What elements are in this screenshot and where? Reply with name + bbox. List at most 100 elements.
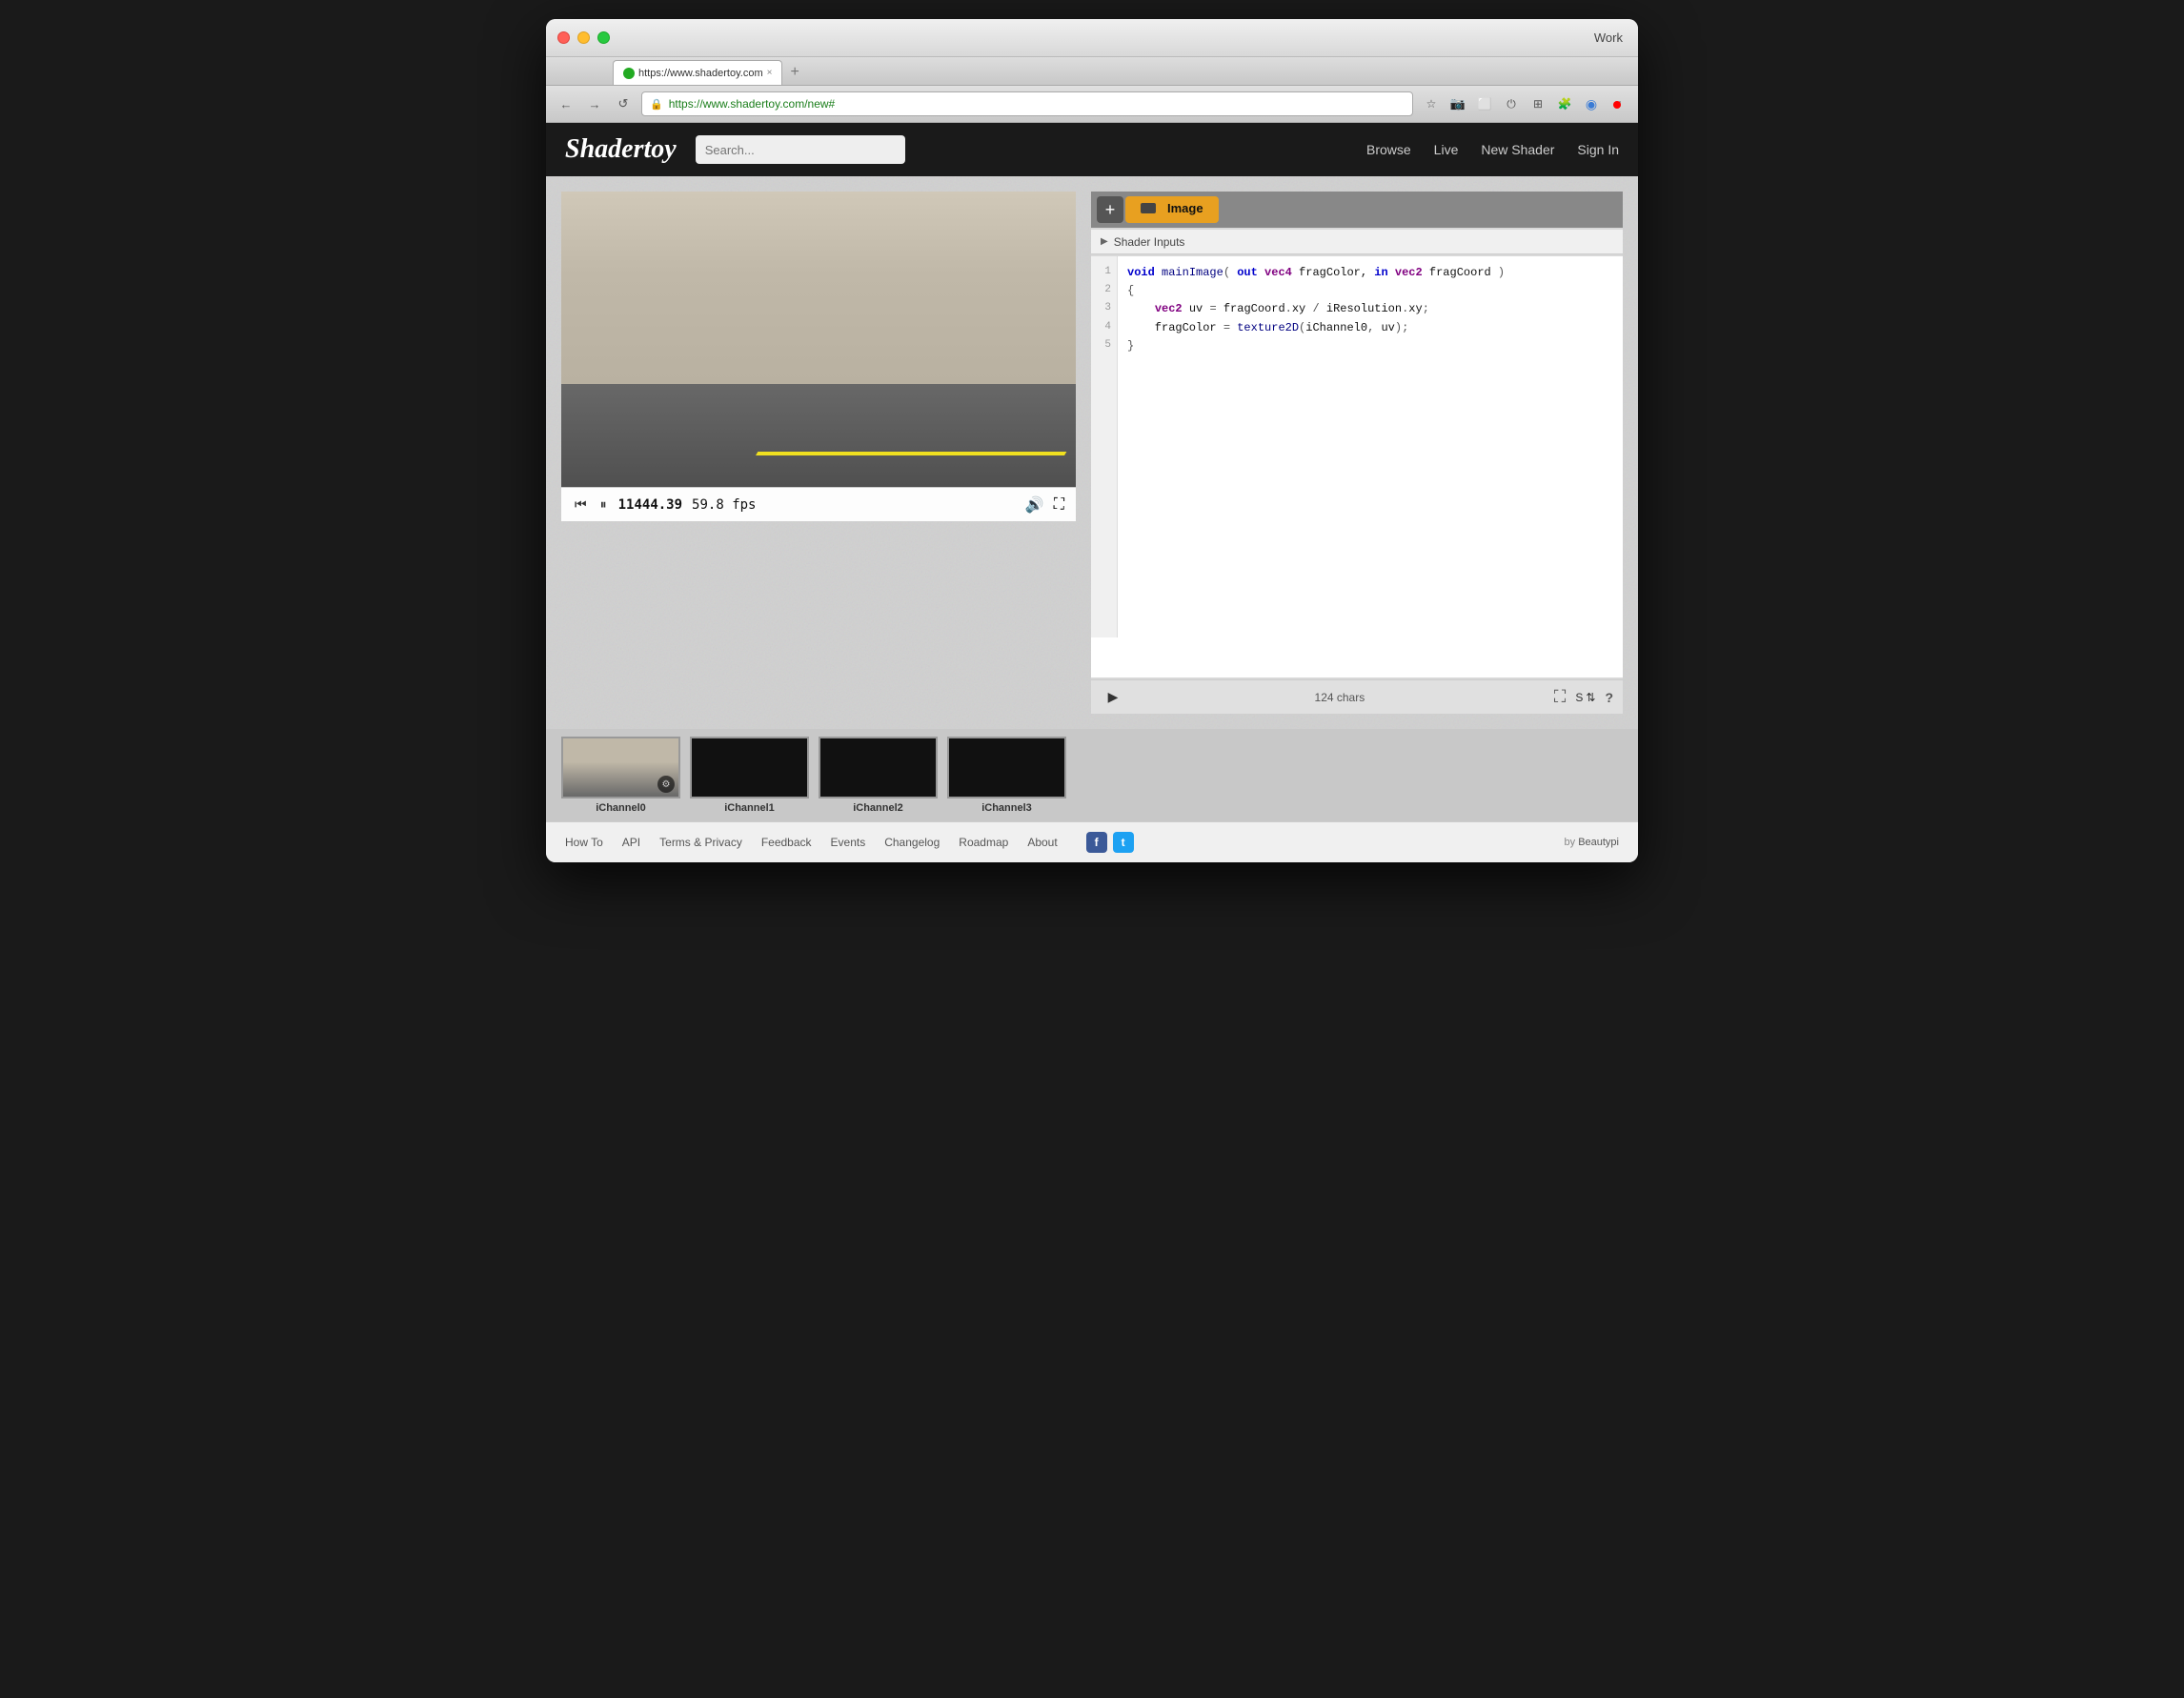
- lock-icon: 🔒: [650, 98, 663, 111]
- street-scene-render: [561, 192, 1076, 487]
- url-display: https://www.shadertoy.com/new#: [669, 97, 836, 111]
- extensions-icon[interactable]: 🧩: [1554, 93, 1575, 114]
- twitter-icon[interactable]: t: [1113, 832, 1134, 853]
- line-num-3: 3: [1097, 300, 1111, 318]
- favicon: [623, 68, 635, 79]
- new-tab-button[interactable]: +: [786, 60, 802, 85]
- fullscreen-code-button[interactable]: ⛶: [1554, 687, 1567, 707]
- browser-toolbar-icons: ☆ 📷 ⬜ ⏻ ⊞ 🧩 ◉ ≡: [1421, 93, 1628, 114]
- shader-inputs-bar[interactable]: ▶ Shader Inputs: [1091, 230, 1623, 254]
- browser-chrome: ← → ↺ 🔒 https://www.shadertoy.com/new# ☆…: [546, 86, 1638, 123]
- channel-label-2: iChannel2: [853, 802, 903, 814]
- channel-thumb-2[interactable]: [819, 737, 938, 798]
- site-logo[interactable]: Shadertoy: [565, 134, 677, 165]
- channel-item-3[interactable]: iChannel3: [947, 737, 1066, 814]
- video-controls: ⏮ ⏸ 11444.39 59.8 fps 🔊 ⛶: [561, 487, 1076, 521]
- refresh-button[interactable]: ↺: [613, 93, 634, 114]
- size-label: S: [1575, 691, 1583, 704]
- preview-video: [561, 192, 1076, 487]
- channel-item-1[interactable]: iChannel1: [690, 737, 809, 814]
- footer-credit-link[interactable]: Beautypi: [1578, 837, 1619, 848]
- nav-sign-in[interactable]: Sign In: [1577, 142, 1619, 157]
- nav-new-shader[interactable]: New Shader: [1481, 142, 1554, 157]
- search-input[interactable]: [696, 135, 905, 164]
- road-layer: [561, 384, 1076, 488]
- road-marking: [756, 452, 1066, 455]
- bookmark-star-icon[interactable]: ☆: [1421, 93, 1442, 114]
- nav-live[interactable]: Live: [1434, 142, 1459, 157]
- power-icon[interactable]: ⏻: [1501, 93, 1522, 114]
- footer-link-howto[interactable]: How To: [565, 836, 603, 849]
- char-count: 124 chars: [1135, 691, 1545, 704]
- os-window: Work https://www.shadertoy.com × + ← → ↺…: [546, 19, 1638, 862]
- channel-settings-button-0[interactable]: ⚙: [657, 776, 675, 793]
- line-numbers: 1 2 3 4 5: [1091, 256, 1118, 637]
- footer-social: f t: [1086, 832, 1134, 853]
- facebook-icon[interactable]: f: [1086, 832, 1107, 853]
- pause-button[interactable]: ⏸: [598, 496, 609, 513]
- help-button[interactable]: ?: [1605, 690, 1613, 705]
- channel-strip: ⚙ iChannel0 iChannel1 iChannel2 iChannel…: [546, 729, 1638, 821]
- site-footer: How To API Terms & Privacy Feedback Even…: [546, 821, 1638, 862]
- footer-link-feedback[interactable]: Feedback: [761, 836, 812, 849]
- code-footer: ▶ 124 chars ⛶ S ⇅ ?: [1091, 679, 1623, 714]
- close-button[interactable]: [557, 31, 570, 44]
- nav-browse[interactable]: Browse: [1366, 142, 1411, 157]
- line-num-5: 5: [1097, 337, 1111, 355]
- fps-display: 59.8 fps: [692, 497, 756, 513]
- monitor-icon: [1141, 203, 1156, 213]
- line-num-2: 2: [1097, 282, 1111, 300]
- channel-thumb-0[interactable]: ⚙: [561, 737, 680, 798]
- shader-inputs-label: Shader Inputs: [1114, 235, 1185, 249]
- profile-icon[interactable]: ◉: [1581, 93, 1602, 114]
- code-panel: + Image ▶ Shader Inputs 1 2 3 4: [1091, 192, 1623, 714]
- address-bar[interactable]: 🔒 https://www.shadertoy.com/new#: [641, 91, 1413, 116]
- title-bar-label: Work: [1594, 30, 1623, 45]
- minimize-button[interactable]: [577, 31, 590, 44]
- footer-link-about[interactable]: About: [1027, 836, 1057, 849]
- maximize-button[interactable]: [597, 31, 610, 44]
- code-editor-inner: 1 2 3 4 5 void mainImage( out vec4 fragC…: [1091, 256, 1623, 637]
- add-shader-tab-button[interactable]: +: [1097, 196, 1123, 223]
- window-icon[interactable]: ⬜: [1474, 93, 1495, 114]
- grid-icon[interactable]: ⊞: [1527, 93, 1548, 114]
- shader-tabs: + Image: [1091, 192, 1623, 228]
- line-num-4: 4: [1097, 319, 1111, 337]
- back-button[interactable]: ←: [556, 93, 576, 114]
- code-content[interactable]: void mainImage( out vec4 fragColor, in v…: [1118, 256, 1623, 637]
- gear-icon: ⚙: [662, 779, 671, 790]
- shader-tab-image[interactable]: Image: [1125, 196, 1219, 223]
- code-editor[interactable]: 1 2 3 4 5 void mainImage( out vec4 fragC…: [1091, 256, 1623, 677]
- notification-dot: [1613, 101, 1621, 109]
- tab-close-button[interactable]: ×: [767, 68, 773, 78]
- channel-item-0[interactable]: ⚙ iChannel0: [561, 737, 680, 814]
- shader-size-selector[interactable]: S ⇅: [1575, 691, 1595, 704]
- fullscreen-button[interactable]: ⛶: [1054, 496, 1064, 514]
- preview-panel: ⏮ ⏸ 11444.39 59.8 fps 🔊 ⛶: [561, 192, 1076, 714]
- title-bar: Work: [546, 19, 1638, 57]
- channel-label-0: iChannel0: [596, 802, 646, 814]
- channel-label-3: iChannel3: [981, 802, 1032, 814]
- time-display: 11444.39: [618, 497, 682, 513]
- site-nav: Browse Live New Shader Sign In: [1366, 142, 1619, 157]
- window-controls: [557, 31, 610, 44]
- channel-item-2[interactable]: iChannel2: [819, 737, 938, 814]
- footer-link-roadmap[interactable]: Roadmap: [959, 836, 1008, 849]
- footer-credit: by Beautypi: [1565, 837, 1620, 848]
- footer-link-terms[interactable]: Terms & Privacy: [659, 836, 742, 849]
- channel-thumb-3[interactable]: [947, 737, 1066, 798]
- browser-tab-bar: https://www.shadertoy.com × +: [546, 57, 1638, 86]
- footer-link-events[interactable]: Events: [831, 836, 866, 849]
- browser-tab[interactable]: https://www.shadertoy.com ×: [613, 60, 782, 85]
- restart-button[interactable]: ⏮: [573, 496, 589, 513]
- footer-link-api[interactable]: API: [622, 836, 640, 849]
- site-search[interactable]: [696, 135, 905, 164]
- forward-button[interactable]: →: [584, 93, 605, 114]
- footer-link-changelog[interactable]: Changelog: [884, 836, 940, 849]
- run-button[interactable]: ▶: [1101, 685, 1125, 710]
- volume-icon[interactable]: 🔊: [1025, 495, 1044, 515]
- menu-icon-btn[interactable]: ≡: [1608, 93, 1628, 114]
- screenshot-icon[interactable]: 📷: [1447, 93, 1468, 114]
- channel-label-1: iChannel1: [724, 802, 775, 814]
- channel-thumb-1[interactable]: [690, 737, 809, 798]
